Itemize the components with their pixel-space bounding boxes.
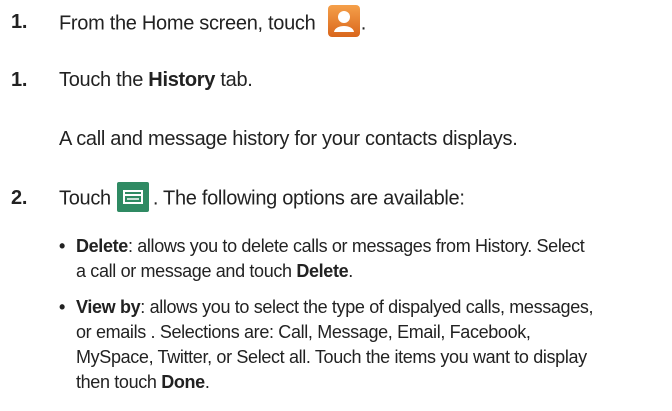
step-text-post: tab. [215, 69, 253, 91]
option-line: a call or message and touch Delete. [59, 259, 668, 284]
instructions-page: 1. From the Home screen, touch . 1. Touc… [0, 0, 672, 411]
step-text-post: . The following options are available: [152, 187, 465, 210]
step-text-pre: Touch the [59, 69, 149, 91]
option-delete: • Delete: allows you to delete calls or … [59, 234, 668, 284]
option-term: View by [76, 297, 141, 317]
step-text: Touch . The following options are availa… [59, 182, 465, 212]
contacts-app-icon [327, 4, 361, 38]
option-desc-end: . [204, 372, 210, 392]
option-desc: a call or message and touch [76, 261, 297, 281]
delete-label: Delete [296, 261, 349, 281]
step-text-main: From the Home screen, touch [59, 12, 316, 35]
step-number: 1. [11, 69, 28, 91]
step-text: Touch the History tab. [59, 68, 253, 92]
option-desc: then touch [76, 372, 162, 392]
option-line: View by: allows you to select the type o… [59, 295, 668, 320]
bullet-dot: • [59, 297, 65, 317]
option-line: Delete: allows you to delete calls or me… [59, 234, 668, 259]
menu-key-icon [116, 182, 149, 212]
step-number: 2. [11, 187, 28, 209]
bullet-dot: • [59, 236, 65, 256]
history-description: A call and message history for your cont… [59, 128, 518, 150]
option-desc: : allows you to delete calls or messages… [127, 236, 585, 256]
option-view-by: • View by: allows you to select the type… [59, 295, 668, 395]
step-text-end: . [360, 12, 367, 35]
option-line: MySpace, Twitter, or Select all. Touch t… [76, 347, 587, 367]
step-number: 1. [11, 11, 28, 33]
option-desc: : allows you to select the type of dispa… [140, 297, 594, 317]
option-desc-end: . [348, 261, 353, 281]
option-line: then touch Done. [59, 370, 668, 395]
history-tab-label: History [148, 69, 216, 91]
option-line: or emails . Selections are: Call, Messag… [76, 322, 531, 342]
done-label: Done [161, 372, 205, 392]
step-text: From the Home screen, touch . [59, 5, 367, 38]
option-term: Delete [76, 236, 128, 256]
step-text-pre: Touch [59, 187, 111, 210]
